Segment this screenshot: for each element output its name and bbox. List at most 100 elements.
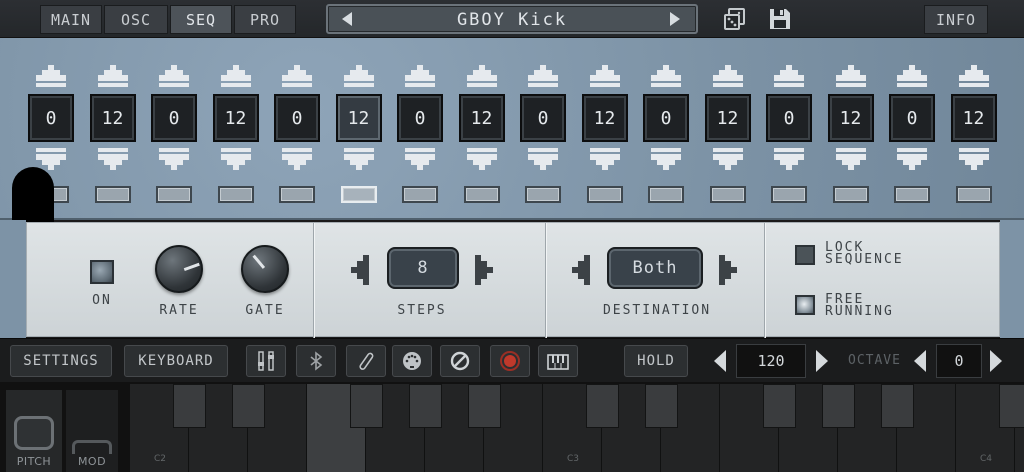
step-value[interactable]: 12 xyxy=(704,94,751,142)
record-button[interactable] xyxy=(490,345,530,377)
pitch-wheel[interactable]: PITCH xyxy=(6,390,62,472)
bpm-decrease-arrow-icon[interactable] xyxy=(714,350,726,372)
step-down-arrow-icon[interactable] xyxy=(220,148,251,170)
steps-decrease-arrow-icon[interactable] xyxy=(349,255,369,285)
black-key[interactable] xyxy=(232,384,265,428)
mixer-button[interactable] xyxy=(246,345,286,377)
keyboard-button[interactable]: KEYBOARD xyxy=(124,345,228,377)
preset-prev-arrow-icon[interactable] xyxy=(342,12,352,26)
tab-pro[interactable]: PRO xyxy=(234,5,296,34)
black-key[interactable] xyxy=(409,384,442,428)
step-up-arrow-icon[interactable] xyxy=(343,65,374,87)
step-down-arrow-icon[interactable] xyxy=(897,148,927,170)
step-down-arrow-icon[interactable] xyxy=(405,148,435,170)
step-down-arrow-icon[interactable] xyxy=(835,148,866,170)
black-key[interactable] xyxy=(586,384,619,428)
stop-button[interactable] xyxy=(440,345,480,377)
step-down-arrow-icon[interactable] xyxy=(774,148,804,170)
step-value[interactable]: 0 xyxy=(766,94,812,142)
step-up-arrow-icon[interactable] xyxy=(774,65,804,87)
step-value[interactable]: 12 xyxy=(335,94,382,142)
step-value[interactable]: 0 xyxy=(397,94,443,142)
black-key[interactable] xyxy=(468,384,501,428)
step-value[interactable]: 0 xyxy=(889,94,935,142)
step-up-arrow-icon[interactable] xyxy=(97,65,128,87)
lock-sequence-checkbox[interactable] xyxy=(795,245,815,265)
octave-display[interactable]: 0 xyxy=(936,344,982,378)
tab-osc[interactable]: OSC xyxy=(104,5,168,34)
floppy-disk-icon[interactable] xyxy=(768,7,792,31)
black-key[interactable] xyxy=(645,384,678,428)
preset-name[interactable]: GBOY Kick xyxy=(368,10,656,30)
piano-button[interactable] xyxy=(538,345,578,377)
link-button[interactable] xyxy=(346,345,386,377)
step-up-arrow-icon[interactable] xyxy=(528,65,558,87)
octave-increase-arrow-icon[interactable] xyxy=(990,350,1002,372)
step-down-arrow-icon[interactable] xyxy=(282,148,312,170)
preset-next-arrow-icon[interactable] xyxy=(670,12,680,26)
destination-prev-arrow-icon[interactable] xyxy=(570,255,590,285)
step-down-arrow-icon[interactable] xyxy=(159,148,189,170)
hold-button[interactable]: HOLD xyxy=(624,345,688,377)
step-down-arrow-icon[interactable] xyxy=(97,148,128,170)
black-key[interactable] xyxy=(881,384,914,428)
steps-increase-arrow-icon[interactable] xyxy=(475,255,495,285)
step-up-arrow-icon[interactable] xyxy=(282,65,312,87)
step-up-arrow-icon[interactable] xyxy=(897,65,927,87)
black-key[interactable] xyxy=(822,384,855,428)
step-value[interactable]: 12 xyxy=(950,94,997,142)
step-down-arrow-icon[interactable] xyxy=(528,148,558,170)
free-running-checkbox[interactable] xyxy=(795,295,815,315)
step-down-arrow-icon[interactable] xyxy=(589,148,620,170)
midi-button[interactable] xyxy=(392,345,432,377)
step-up-arrow-icon[interactable] xyxy=(589,65,620,87)
step-value[interactable]: 0 xyxy=(274,94,320,142)
gate-knob[interactable] xyxy=(241,245,289,293)
tab-main[interactable]: MAIN xyxy=(40,5,102,34)
step-down-arrow-icon[interactable] xyxy=(712,148,743,170)
step-up-arrow-icon[interactable] xyxy=(712,65,743,87)
step-up-arrow-icon[interactable] xyxy=(405,65,435,87)
pitch-wheel-thumb[interactable] xyxy=(14,416,54,450)
step-value[interactable]: 0 xyxy=(643,94,689,142)
step-down-arrow-icon[interactable] xyxy=(651,148,681,170)
step-up-arrow-icon[interactable] xyxy=(651,65,681,87)
black-key[interactable] xyxy=(173,384,206,428)
dice-icon[interactable] xyxy=(723,7,747,31)
step-up-arrow-icon[interactable] xyxy=(466,65,497,87)
black-key[interactable] xyxy=(350,384,383,428)
bpm-increase-arrow-icon[interactable] xyxy=(816,350,828,372)
step-down-arrow-icon[interactable] xyxy=(466,148,497,170)
settings-button[interactable]: SETTINGS xyxy=(10,345,112,377)
step-down-arrow-icon[interactable] xyxy=(36,148,66,170)
step-value[interactable]: 12 xyxy=(89,94,136,142)
step-up-arrow-icon[interactable] xyxy=(835,65,866,87)
step-value[interactable]: 0 xyxy=(520,94,566,142)
bpm-display[interactable]: 120 xyxy=(736,344,806,378)
destination-display[interactable]: Both xyxy=(607,247,703,289)
step-up-arrow-icon[interactable] xyxy=(220,65,251,87)
step-up-arrow-icon[interactable] xyxy=(958,65,989,87)
rate-knob[interactable] xyxy=(155,245,203,293)
step-down-arrow-icon[interactable] xyxy=(343,148,374,170)
step-value[interactable]: 12 xyxy=(581,94,628,142)
bluetooth-button[interactable] xyxy=(296,345,336,377)
step-value[interactable]: 12 xyxy=(827,94,874,142)
black-key[interactable] xyxy=(999,384,1024,428)
step-value[interactable]: 12 xyxy=(458,94,505,142)
tab-seq[interactable]: SEQ xyxy=(170,5,232,34)
steps-display[interactable]: 8 xyxy=(387,247,459,289)
black-key[interactable] xyxy=(763,384,796,428)
destination-next-arrow-icon[interactable] xyxy=(719,255,739,285)
step-up-arrow-icon[interactable] xyxy=(159,65,189,87)
mod-wheel-thumb[interactable] xyxy=(72,440,112,454)
step-up-arrow-icon[interactable] xyxy=(36,65,66,87)
sequencer-on-toggle[interactable] xyxy=(90,260,114,284)
step-down-arrow-icon[interactable] xyxy=(958,148,989,170)
info-button[interactable]: INFO xyxy=(924,5,988,34)
step-value[interactable]: 0 xyxy=(151,94,197,142)
step-value[interactable]: 12 xyxy=(212,94,259,142)
mod-wheel[interactable]: MOD xyxy=(66,390,118,472)
octave-decrease-arrow-icon[interactable] xyxy=(914,350,926,372)
step-value[interactable]: 0 xyxy=(28,94,74,142)
